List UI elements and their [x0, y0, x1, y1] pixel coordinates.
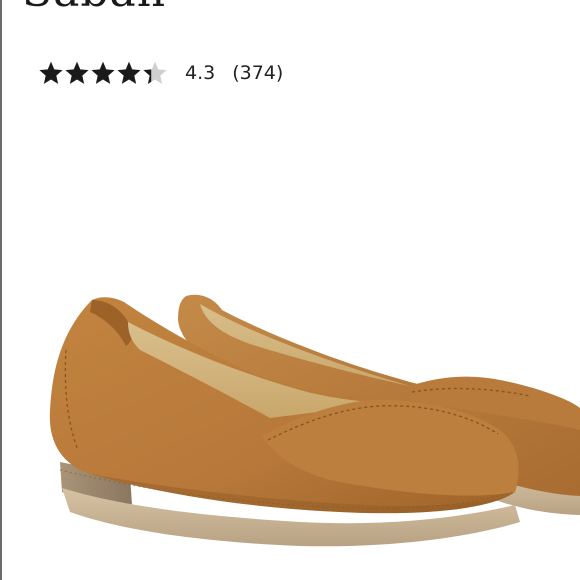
star-icon — [65, 61, 89, 84]
review-count-link[interactable]: (374) — [232, 60, 283, 86]
star-icon — [117, 61, 141, 84]
star-icon — [91, 61, 115, 84]
rating-value: 4.3 — [185, 62, 216, 84]
left-border — [0, 0, 2, 580]
rating-row[interactable]: 4.3 (374) — [38, 58, 283, 88]
star-rating — [38, 60, 168, 86]
star-icon — [39, 61, 63, 84]
product-title: Saban — [22, 0, 166, 16]
partial-star-icon — [143, 61, 167, 84]
product-page: Saban 4.3 (374) — [0, 0, 580, 580]
front-shoe — [49, 297, 520, 547]
